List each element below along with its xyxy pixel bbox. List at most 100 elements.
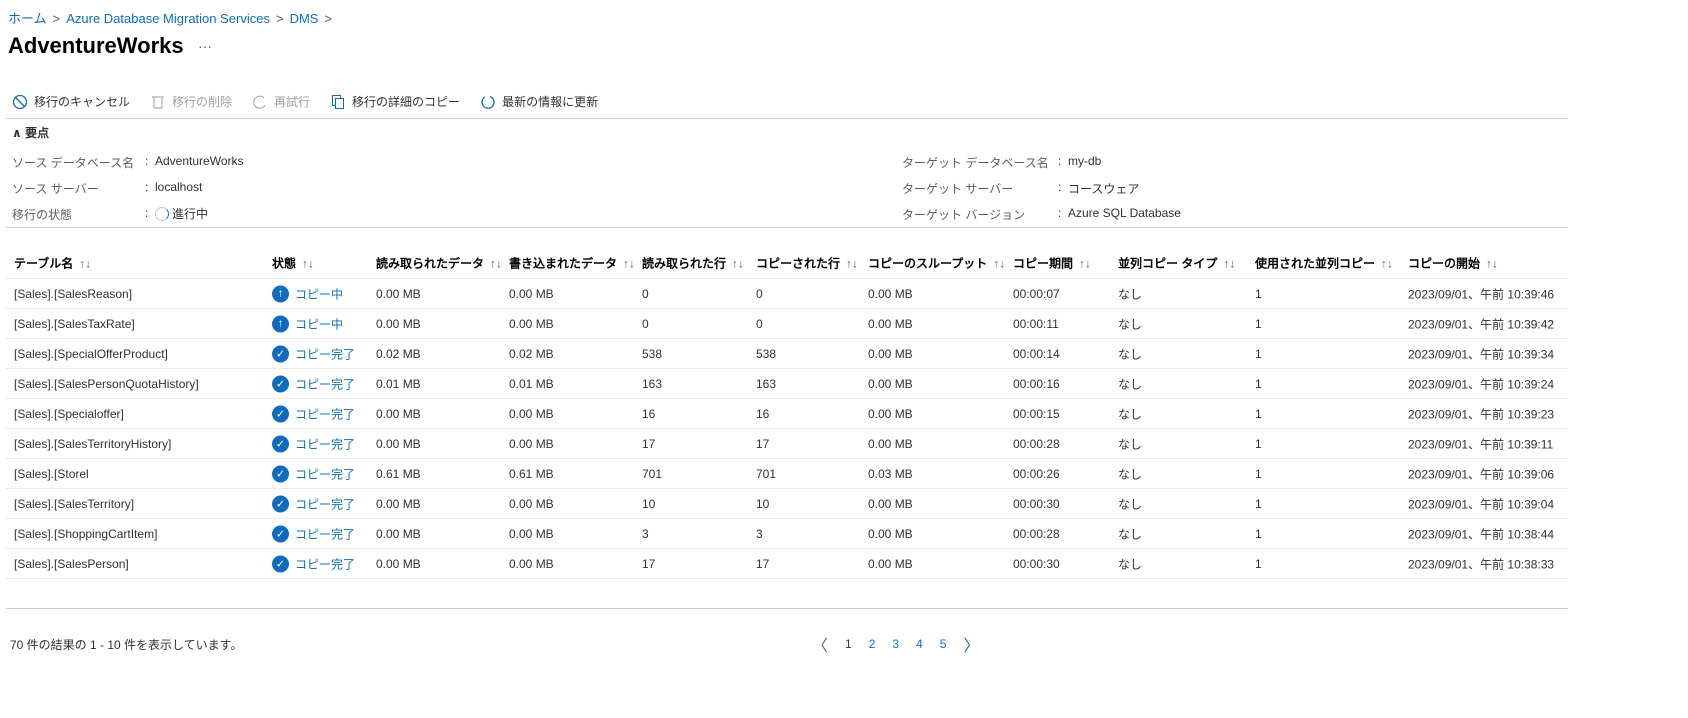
column-header-status[interactable]: 状態 ↑↓ — [272, 254, 314, 271]
cell-copy-throughput: 0.00 MB — [868, 496, 913, 511]
page-4[interactable]: 4 — [916, 637, 923, 651]
cell-status[interactable]: ↑ コピー中 — [272, 315, 343, 332]
cell-parallel-copies-used: 1 — [1255, 316, 1262, 331]
column-header-parallel-copies-used[interactable]: 使用された並列コピー ↑↓ — [1255, 254, 1393, 271]
essentials-toggle[interactable]: ∧ 要点 — [12, 124, 49, 141]
cancel-migration-button[interactable]: 移行のキャンセル — [12, 93, 130, 110]
table-row[interactable]: [Sales].[Storel ✓ コピー完了 0.61 MB 0.61 MB 701 70… — [6, 459, 1568, 489]
page-5[interactable]: 5 — [940, 637, 947, 651]
cell-status[interactable]: ✓ コピー完了 — [272, 435, 355, 452]
sort-icon[interactable]: ↑↓ — [846, 256, 858, 270]
cell-copy-duration: 00:00:30 — [1013, 556, 1060, 571]
colon: : — [145, 206, 149, 220]
breadcrumb-dms[interactable]: DMS — [290, 11, 319, 26]
table-row[interactable]: [Sales].[SalesTerritoryHistory] ✓ コピー完了 0.0… — [6, 429, 1568, 459]
arrow-up-circle-icon: ↑ — [272, 315, 289, 332]
page-3[interactable]: 3 — [892, 637, 899, 651]
arrow-up-circle-icon: ↑ — [272, 285, 289, 302]
cell-parallel-copy-type: なし — [1118, 557, 1143, 571]
next-page-button[interactable]: 〉 — [963, 632, 979, 656]
table-row[interactable]: [Sales].[SalesTerritory] ✓ コピー完了 0.00 MB 0.0… — [6, 489, 1568, 519]
refresh-button[interactable]: 最新の情報に更新 — [480, 93, 598, 110]
sort-icon[interactable]: ↑↓ — [1381, 256, 1393, 270]
column-header-copy-throughput[interactable]: コピーのスループット ↑↓ — [868, 254, 1005, 271]
page-1[interactable]: 1 — [845, 637, 852, 651]
copy-icon — [332, 94, 345, 109]
cell-data-read: 0.00 MB — [376, 556, 421, 571]
sort-icon[interactable]: ↑↓ — [79, 256, 91, 270]
results-summary: 70 件の結果の 1 - 10 件を表示しています。 — [10, 638, 243, 652]
column-header-table-name[interactable]: テーブル名 ↑↓ — [14, 254, 91, 271]
table-row[interactable]: [Sales].[Specialoffer] ✓ コピー完了 0.00 MB 0.00 … — [6, 399, 1568, 429]
check-circle-icon: ✓ — [272, 375, 289, 392]
cell-copy-start: 2023/09/01、午前 10:38:44 — [1408, 527, 1555, 541]
sort-icon[interactable]: ↑↓ — [1223, 256, 1235, 270]
cell-rows-copied: 17 — [756, 556, 770, 571]
cell-rows-read: 16 — [642, 406, 656, 421]
cell-status[interactable]: ✓ コピー完了 — [272, 345, 355, 362]
cell-parallel-copy-type: なし — [1118, 377, 1143, 391]
cell-status[interactable]: ✓ コピー完了 — [272, 405, 355, 422]
table-row[interactable]: [Sales].[SalesPersonQuotaHistory] ✓ コピー完了 0… — [6, 369, 1568, 399]
cell-rows-read: 10 — [642, 496, 656, 511]
sort-icon[interactable]: ↑↓ — [1486, 256, 1498, 270]
table-row[interactable]: [Sales].[SpecialOfferProduct] ✓ コピー完了 0.02 … — [6, 339, 1568, 369]
breadcrumb: ホーム > Azure Database Migration Services > DM… — [8, 8, 338, 27]
retry-button[interactable]: 再試行 — [252, 93, 310, 110]
column-header-rows-read[interactable]: 読み取られた行 ↑↓ — [642, 254, 744, 271]
sort-icon[interactable]: ↑↓ — [302, 256, 314, 270]
cell-status[interactable]: ↑ コピー中 — [272, 285, 343, 302]
prev-page-button[interactable]: 〈 — [812, 632, 828, 656]
column-header-data-read[interactable]: 読み取られたデータ ↑↓ — [376, 254, 502, 271]
cell-status[interactable]: ✓ コピー完了 — [272, 375, 355, 392]
cell-status[interactable]: ✓ コピー完了 — [272, 495, 355, 512]
cell-copy-start: 2023/09/01、午前 10:39:24 — [1408, 377, 1555, 391]
sort-icon[interactable]: ↑↓ — [1079, 256, 1091, 270]
table-row[interactable]: [Sales].[ShoppingCartItem] ✓ コピー完了 0.00 MB 0… — [6, 519, 1568, 549]
cell-copy-throughput: 0.00 MB — [868, 316, 913, 331]
table-row[interactable]: [Sales].[SalesTaxRate] ↑ コピー中 0.00 MB 0.00 M… — [6, 309, 1568, 339]
refresh-icon — [481, 95, 495, 109]
sort-icon[interactable]: ↑↓ — [993, 256, 1005, 270]
cell-rows-copied: 538 — [756, 346, 777, 361]
target-db-label: ターゲット データベース名 — [902, 156, 1049, 170]
page-title: AdventureWorks — [8, 33, 184, 58]
cell-table-name: [Sales].[SpecialOfferProduct] — [14, 346, 168, 361]
sort-icon[interactable]: ↑↓ — [732, 256, 744, 270]
breadcrumb-dms-services[interactable]: Azure Database Migration Services — [66, 11, 270, 26]
colon: : — [145, 154, 149, 168]
pagination: 〈 1 2 3 4 5 〉 — [812, 632, 979, 656]
cell-data-written: 0.00 MB — [509, 526, 554, 541]
sort-icon[interactable]: ↑↓ — [623, 256, 635, 270]
cell-copy-throughput: 0.00 MB — [868, 376, 913, 391]
column-header-data-written[interactable]: 書き込まれたデータ ↑↓ — [509, 254, 635, 271]
cell-copy-duration: 00:00:14 — [1013, 346, 1060, 361]
spinner-icon — [155, 206, 169, 221]
sort-icon[interactable]: ↑↓ — [490, 256, 502, 270]
table-row[interactable]: [Sales].[SalesReason] ↑ コピー中 0.00 MB 0.00 MB… — [6, 279, 1568, 309]
cell-table-name: [Sales].[ShoppingCartItem] — [14, 526, 158, 541]
cell-data-read: 0.61 MB — [376, 466, 421, 481]
breadcrumb-home[interactable]: ホーム — [8, 11, 47, 26]
cell-status[interactable]: ✓ コピー完了 — [272, 555, 355, 572]
copy-details-button[interactable]: 移行の詳細のコピー — [330, 93, 460, 110]
column-header-rows-copied[interactable]: コピーされた行 ↑↓ — [756, 254, 858, 271]
cell-data-written: 0.02 MB — [509, 346, 554, 361]
table-row[interactable]: [Sales].[SalesPerson] ✓ コピー完了 0.00 MB 0.00 M… — [6, 549, 1568, 579]
chevron-up-icon: ∧ — [12, 126, 22, 140]
cell-copy-start: 2023/09/01、午前 10:39:04 — [1408, 497, 1555, 511]
cell-parallel-copies-used: 1 — [1255, 436, 1262, 451]
delete-migration-button[interactable]: 移行の削除 — [150, 93, 232, 110]
column-header-parallel-copy-type[interactable]: 並列コピー タイプ ↑↓ — [1118, 254, 1235, 271]
cell-status[interactable]: ✓ コピー完了 — [272, 525, 355, 542]
cell-rows-read: 0 — [642, 316, 649, 331]
cell-status[interactable]: ✓ コピー完了 — [272, 465, 355, 482]
more-options-button[interactable]: ··· — [198, 38, 212, 54]
column-header-copy-duration[interactable]: コピー期間 ↑↓ — [1013, 254, 1091, 271]
cell-data-read: 0.01 MB — [376, 376, 421, 391]
page-2[interactable]: 2 — [869, 637, 876, 651]
cell-parallel-copies-used: 1 — [1255, 346, 1262, 361]
cell-copy-throughput: 0.00 MB — [868, 436, 913, 451]
cell-copy-duration: 00:00:28 — [1013, 436, 1060, 451]
column-header-copy-start[interactable]: コピーの開始 ↑↓ — [1408, 254, 1498, 271]
